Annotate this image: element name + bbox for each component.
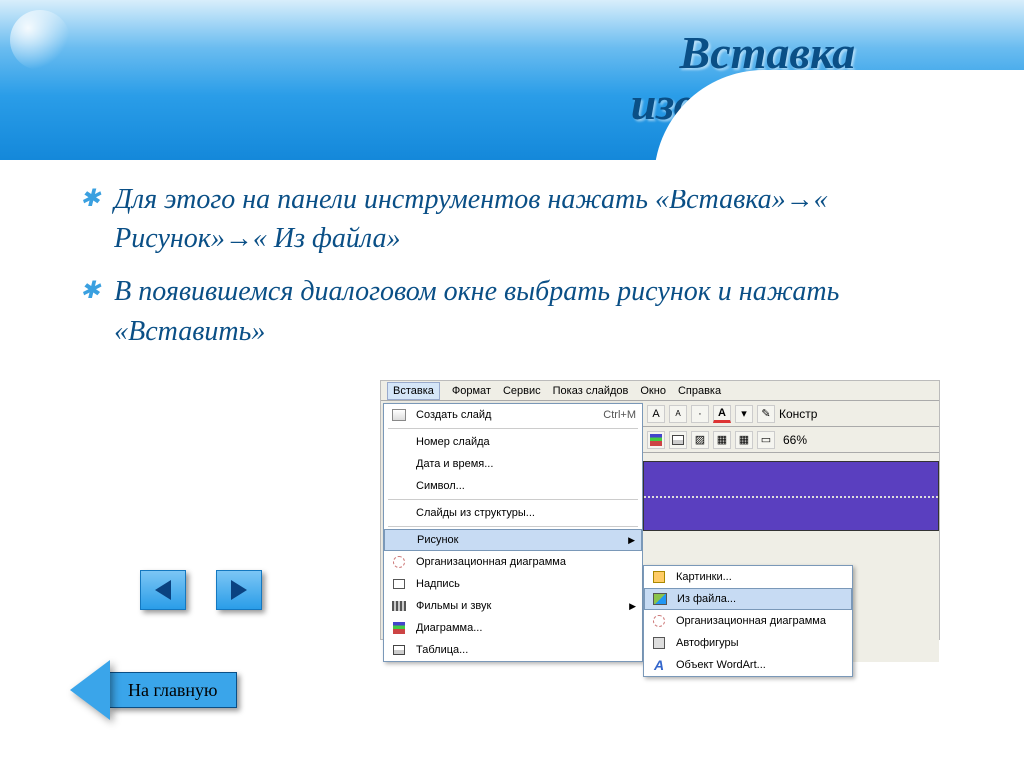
textbox-icon [388, 575, 410, 593]
menubar: Вставка Формат Сервис Показ слайдов Окно… [381, 381, 939, 401]
design-icon[interactable]: ▾ [735, 405, 753, 423]
menu-item-table[interactable]: Таблица... [384, 639, 642, 661]
submenu-label: Организационная диаграмма [676, 615, 826, 627]
menu-insert[interactable]: Вставка [387, 382, 440, 400]
prev-button[interactable] [140, 570, 186, 610]
bullet-item: ✱ Для этого на панели инструментов нажат… [80, 180, 944, 258]
slide-title: Вставка изображения [631, 28, 904, 129]
menu-item-slide-number[interactable]: Номер слайда [384, 431, 642, 453]
menu-label: Надпись [416, 578, 460, 590]
menu-label: Рисунок [417, 534, 459, 546]
embedded-screenshot: Вставка Формат Сервис Показ слайдов Окно… [380, 380, 940, 640]
chart-icon [388, 619, 410, 637]
font-size-decrease-icon[interactable]: A [669, 405, 687, 423]
menu-label: Номер слайда [416, 436, 490, 448]
bullet-star-icon: ✱ [80, 272, 100, 350]
picture-submenu: Картинки... Из файла... Организационная … [643, 565, 853, 677]
film-icon [388, 597, 410, 615]
submenu-label: Автофигуры [676, 637, 739, 649]
separator [388, 499, 638, 500]
org-chart-icon [388, 553, 410, 571]
submenu-item-autoshapes[interactable]: Автофигуры [644, 632, 852, 654]
border-icon[interactable]: ▦ [713, 431, 731, 449]
submenu-arrow-icon: ▶ [629, 601, 636, 612]
menu-item-chart[interactable]: Диаграмма... [384, 617, 642, 639]
bullet-text: В появившемся диалоговом окне выбрать ри… [114, 272, 944, 350]
toolbar-sep: · [691, 405, 709, 423]
blank-icon [388, 504, 410, 522]
clipart-icon [648, 568, 670, 586]
slide-header: Вставка изображения [0, 0, 1024, 160]
submenu-label: Из файла... [677, 593, 736, 605]
menu-item-picture[interactable]: Рисунок ▶ [384, 529, 642, 551]
home-link[interactable]: На главную [70, 660, 237, 720]
color-fill-icon[interactable]: ▨ [691, 431, 709, 449]
submenu-item-from-file[interactable]: Из файла... [644, 588, 852, 610]
menu-item-symbol[interactable]: Символ... [384, 475, 642, 497]
submenu-arrow-icon: ▶ [628, 535, 635, 546]
submenu-item-clipart[interactable]: Картинки... [644, 566, 852, 588]
submenu-label: Картинки... [676, 571, 732, 583]
menu-window[interactable]: Окно [640, 385, 666, 397]
slide-canvas-preview [643, 461, 939, 531]
menu-item-date-time[interactable]: Дата и время... [384, 453, 642, 475]
menu-item-slides-from-outline[interactable]: Слайды из структуры... [384, 502, 642, 524]
blank-icon [388, 477, 410, 495]
submenu-item-wordart[interactable]: A Объект WordArt... [644, 654, 852, 676]
menu-label: Создать слайд [416, 409, 491, 421]
menu-service[interactable]: Сервис [503, 385, 541, 397]
blank-icon [388, 455, 410, 473]
blank-icon [389, 531, 411, 549]
menu-item-new-slide[interactable]: Создать слайд Ctrl+M [384, 404, 642, 426]
triangle-right-icon [231, 580, 247, 600]
menu-label: Дата и время... [416, 458, 493, 470]
menu-item-textbox[interactable]: Надпись [384, 573, 642, 595]
bullet-item: ✱ В появившемся диалоговом окне выбрать … [80, 272, 944, 350]
menu-shortcut: Ctrl+M [603, 409, 636, 421]
org-chart-icon [648, 612, 670, 630]
toolbar-row-2: ▨ ▦ ▦ ▭ 66% [643, 427, 939, 453]
bullet-star-icon: ✱ [80, 180, 100, 258]
chart-button-icon[interactable] [647, 431, 665, 449]
submenu-item-org[interactable]: Организационная диаграмма [644, 610, 852, 632]
next-button[interactable] [216, 570, 262, 610]
menu-label: Таблица... [416, 644, 468, 656]
menu-item-org-chart[interactable]: Организационная диаграмма [384, 551, 642, 573]
menu-item-movies-sound[interactable]: Фильмы и звук ▶ [384, 595, 642, 617]
menu-label: Символ... [416, 480, 465, 492]
submenu-label: Объект WordArt... [676, 659, 766, 671]
bullet-text: Для этого на панели инструментов нажать … [114, 180, 944, 258]
blank-icon [388, 433, 410, 451]
menu-slideshow[interactable]: Показ слайдов [553, 385, 629, 397]
separator [388, 526, 638, 527]
zoom-level[interactable]: 66% [783, 433, 807, 447]
title-line-2: изображения [631, 79, 904, 130]
constructor-label[interactable]: Констр [779, 407, 817, 421]
font-size-increase-icon[interactable]: A [647, 405, 665, 423]
from-file-icon [649, 590, 671, 608]
show-button-icon[interactable]: ▭ [757, 431, 775, 449]
table-icon [388, 641, 410, 659]
arrow-left-icon [70, 660, 110, 720]
constructor-icon[interactable]: ✎ [757, 405, 775, 423]
toolbar-row-1: A A · A ▾ ✎ Констр [643, 401, 939, 427]
menu-label: Слайды из структуры... [416, 507, 535, 519]
separator [388, 428, 638, 429]
table-button-icon[interactable] [669, 431, 687, 449]
menu-label: Диаграмма... [416, 622, 482, 634]
menu-label: Фильмы и звук [416, 600, 491, 612]
menu-label: Организационная диаграмма [416, 556, 566, 568]
title-line-1: Вставка [631, 28, 904, 79]
triangle-left-icon [155, 580, 171, 600]
font-color-icon[interactable]: A [713, 405, 731, 423]
menu-help[interactable]: Справка [678, 385, 721, 397]
menu-format[interactable]: Формат [452, 385, 491, 397]
new-slide-icon [388, 406, 410, 424]
wordart-icon: A [648, 656, 670, 674]
home-label: На главную [109, 672, 237, 708]
grid-icon[interactable]: ▦ [735, 431, 753, 449]
autoshapes-icon [648, 634, 670, 652]
nav-buttons [140, 570, 262, 610]
insert-dropdown: Создать слайд Ctrl+M Номер слайда Дата и… [383, 403, 643, 662]
